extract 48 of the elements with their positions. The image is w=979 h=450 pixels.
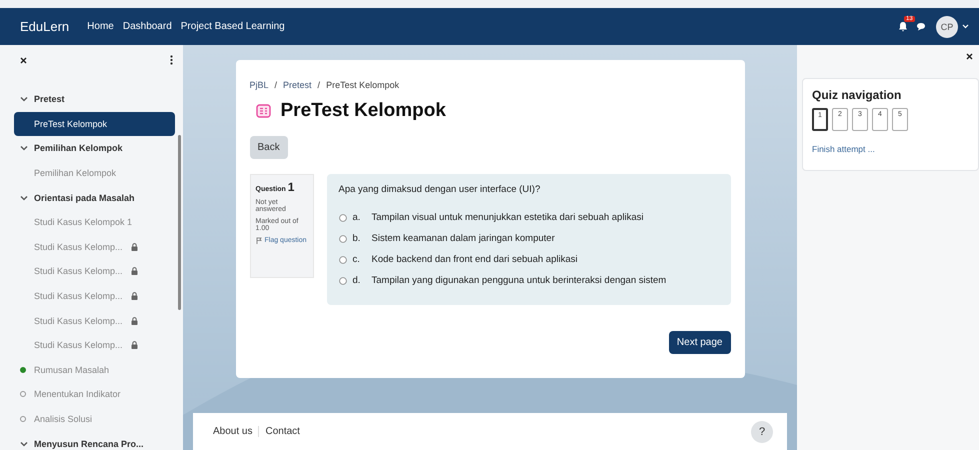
- chevron-down-icon[interactable]: [20, 194, 28, 201]
- brand-logo[interactable]: EduLern: [20, 19, 70, 34]
- footer-link[interactable]: Contact: [258, 426, 306, 437]
- nav-link[interactable]: Home: [87, 21, 114, 32]
- section-heading[interactable]: Orientasi pada Masalah: [34, 192, 135, 203]
- breadcrumb-separator: /: [274, 80, 278, 90]
- scrollbar-thumb[interactable]: [178, 135, 181, 310]
- section-heading[interactable]: Pemilihan Kelompok: [34, 143, 123, 154]
- radio-button[interactable]: [338, 214, 346, 222]
- nav-link[interactable]: Dashboard: [122, 21, 172, 32]
- radio-button[interactable]: [338, 256, 346, 264]
- radio-button[interactable]: [338, 276, 346, 284]
- option-text[interactable]: Tampilan yang digunakan pengguna untuk berinteraksi dengan sistem: [372, 275, 666, 286]
- section-heading[interactable]: Pretest: [34, 94, 65, 104]
- breadcrumb-current: PreTest Kelompok: [326, 80, 400, 90]
- chat-bubble-icon[interactable]: [916, 22, 926, 31]
- option-letter: a.: [352, 212, 362, 223]
- option-text[interactable]: Kode backend dan front end dari sebuah aplikasi: [372, 254, 578, 265]
- card-title: Quiz navigation: [812, 88, 902, 102]
- radio-button[interactable]: [338, 234, 346, 242]
- chevron-down-icon[interactable]: [20, 96, 28, 102]
- option-letter: d.: [352, 275, 362, 286]
- nav-link[interactable]: Project Based Learning: [180, 21, 285, 32]
- option-text[interactable]: Sistem keamanan dalam jaringan komputer: [372, 233, 555, 244]
- next-page-button[interactable]: Next page: [668, 331, 730, 354]
- close-icon[interactable]: [20, 56, 27, 64]
- chevron-down-icon[interactable]: [20, 440, 28, 447]
- flag-icon[interactable]: [256, 237, 262, 244]
- bell-icon[interactable]: [898, 21, 908, 32]
- breadcrumb-separator: /: [318, 80, 320, 90]
- chevron-down-icon[interactable]: [20, 145, 28, 152]
- section-heading[interactable]: Menyusun Rencana Pro...: [34, 438, 144, 449]
- finish-attempt-link[interactable]: Finish attempt ...: [812, 144, 875, 154]
- option-letter: b.: [352, 233, 362, 244]
- close-icon[interactable]: [966, 53, 973, 60]
- user-avatar[interactable]: CP: [936, 16, 958, 38]
- breadcrumb-link[interactable]: PjBL: [250, 80, 269, 90]
- help-button[interactable]: ?: [751, 420, 773, 442]
- activity-link[interactable]: PreTest Kelompok: [14, 112, 175, 136]
- footer-link[interactable]: About us: [207, 426, 258, 437]
- back-button[interactable]: Back: [250, 136, 288, 159]
- more-options-icon[interactable]: [170, 55, 173, 65]
- page-title: PreTest Kelompok: [280, 100, 446, 122]
- question-text: Apa yang dimaksud dengan user interface (UI)?: [338, 184, 542, 195]
- breadcrumb-link[interactable]: Pretest: [283, 80, 312, 90]
- option-text[interactable]: Tampilan visual untuk menunjukkan estetika dari sebuah aplikasi: [372, 212, 644, 223]
- quiz-icon: [256, 104, 270, 118]
- option-letter: c.: [352, 254, 361, 265]
